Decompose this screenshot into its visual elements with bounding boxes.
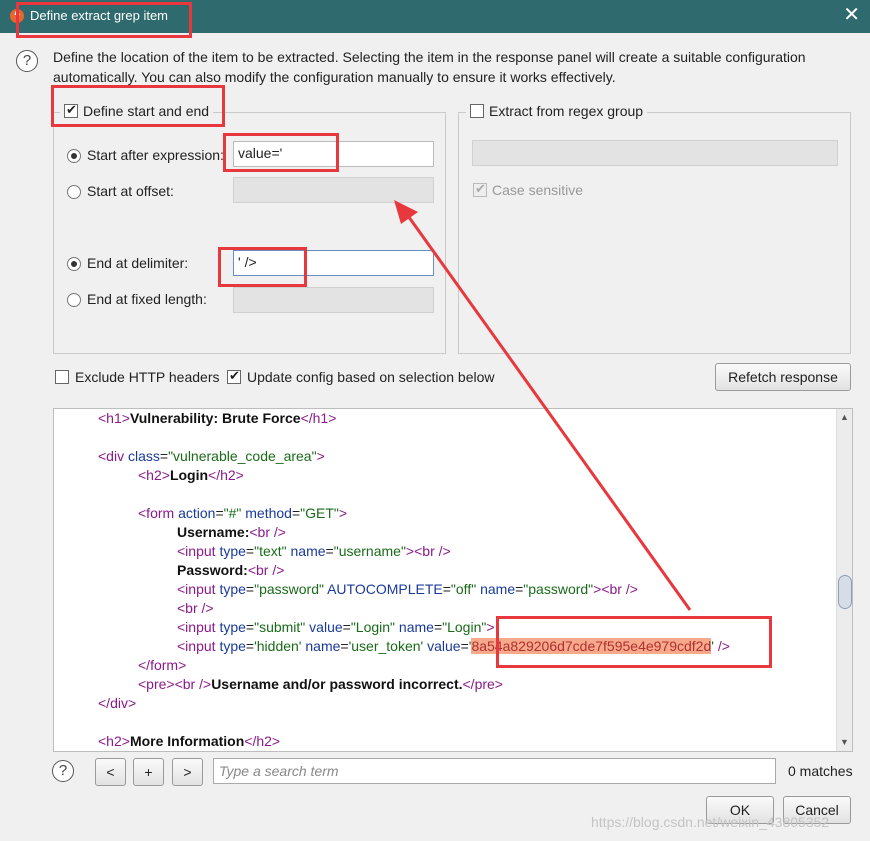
end-delimiter-label: End at delimiter: bbox=[87, 255, 189, 271]
code-line: <h1>Vulnerability: Brute Force</h1> bbox=[98, 410, 337, 426]
regex-group-checkbox[interactable] bbox=[470, 104, 484, 118]
code-line: Username:<br /> bbox=[177, 524, 286, 540]
end-delimiter-input[interactable]: ' /> bbox=[233, 250, 434, 276]
case-sensitive-label: Case sensitive bbox=[492, 182, 584, 198]
help-icon[interactable]: ? bbox=[16, 50, 38, 72]
update-config-label: Update config based on selection below bbox=[247, 369, 495, 385]
scroll-thumb[interactable] bbox=[838, 575, 852, 609]
code-line: <pre><br />Username and/or password inco… bbox=[138, 676, 503, 692]
define-start-end-label: Define start and end bbox=[83, 103, 210, 119]
start-offset-label: Start at offset: bbox=[87, 183, 174, 199]
end-fixed-input bbox=[233, 287, 434, 313]
start-offset-radio[interactable] bbox=[67, 185, 81, 199]
start-after-input[interactable]: value=' bbox=[233, 141, 434, 167]
scroll-down-icon[interactable]: ▼ bbox=[840, 737, 849, 747]
exclude-headers-label: Exclude HTTP headers bbox=[75, 369, 220, 385]
case-sensitive-checkbox bbox=[473, 181, 487, 197]
refetch-response-button[interactable]: Refetch response bbox=[715, 363, 851, 391]
update-config-checkbox[interactable] bbox=[227, 368, 241, 384]
code-line: <input type="submit" value="Login" name=… bbox=[177, 619, 495, 635]
code-line: <form action="#" method="GET"> bbox=[138, 505, 348, 521]
title-bar: ϟ Define extract grep item ✕ bbox=[0, 0, 870, 33]
code-line: Password:<br /> bbox=[177, 562, 285, 578]
window-title: Define extract grep item bbox=[30, 8, 169, 23]
description-text: Define the location of the item to be ex… bbox=[53, 49, 806, 85]
regex-legend: Extract from regex group bbox=[466, 103, 648, 119]
code-scrollbar[interactable]: ▲ ▼ bbox=[836, 409, 852, 751]
user-token-highlight[interactable]: 8a54a829206d7cde7f595e4e979cdf2d bbox=[471, 638, 712, 654]
code-line: <input type="password" AUTOCOMPLETE="off… bbox=[177, 581, 638, 597]
search-next-button[interactable]: > bbox=[172, 758, 203, 786]
match-count: 0 matches bbox=[788, 763, 853, 779]
code-line: </form> bbox=[138, 657, 187, 673]
search-input[interactable]: Type a search term bbox=[213, 758, 776, 784]
end-fixed-radio[interactable] bbox=[67, 293, 81, 307]
regex-input bbox=[472, 140, 838, 166]
search-add-button[interactable]: + bbox=[133, 758, 164, 786]
burp-icon: ϟ bbox=[10, 9, 24, 23]
response-code-panel[interactable]: <h1>Vulnerability: Brute Force</h1> <div… bbox=[53, 408, 853, 752]
scroll-up-icon[interactable]: ▲ bbox=[840, 412, 849, 422]
exclude-headers-checkbox[interactable] bbox=[55, 370, 69, 384]
code-line: <br /> bbox=[177, 600, 214, 616]
regex-group-label: Extract from regex group bbox=[489, 103, 644, 119]
code-line: <h2>More Information</h2> bbox=[98, 733, 281, 749]
close-icon[interactable]: ✕ bbox=[843, 5, 860, 25]
code-line: <h2>Login</h2> bbox=[138, 467, 244, 483]
end-delimiter-radio[interactable] bbox=[67, 257, 81, 271]
define-start-end-checkbox[interactable] bbox=[64, 102, 78, 118]
start-end-legend: Define start and end bbox=[60, 102, 214, 119]
watermark: https://blog.csdn.net/weixin_43805352 bbox=[591, 814, 830, 830]
start-after-label: Start after expression: bbox=[87, 147, 224, 163]
code-line: <input type="text" name="username"><br /… bbox=[177, 543, 451, 559]
code-line: </div> bbox=[98, 695, 137, 711]
code-line: <input type='hidden' name='user_token' v… bbox=[177, 638, 730, 654]
end-fixed-label: End at fixed length: bbox=[87, 291, 207, 307]
code-line: <div class="vulnerable_code_area"> bbox=[98, 448, 325, 464]
search-prev-button[interactable]: < bbox=[95, 758, 126, 786]
search-help-icon[interactable]: ? bbox=[52, 760, 74, 782]
start-after-radio[interactable] bbox=[67, 149, 81, 163]
start-offset-input bbox=[233, 177, 434, 203]
